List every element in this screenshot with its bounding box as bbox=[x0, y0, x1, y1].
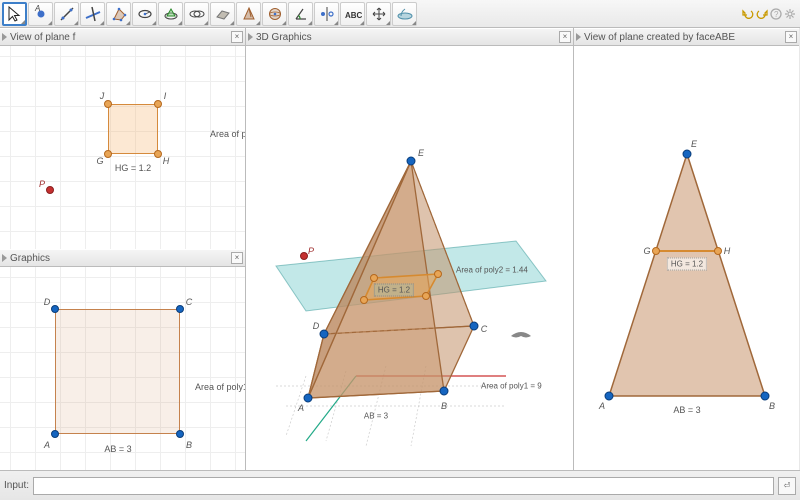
tool-circle[interactable] bbox=[132, 2, 157, 26]
tool-translate-view[interactable] bbox=[366, 2, 391, 26]
submit-icon[interactable]: ⏎ bbox=[778, 477, 796, 495]
svg-text:A: A bbox=[34, 5, 40, 13]
panel-title-3d[interactable]: 3D Graphics × bbox=[246, 28, 573, 46]
help-icon[interactable]: ? bbox=[770, 8, 782, 20]
tool-point[interactable]: A bbox=[28, 2, 53, 26]
tool-sphere[interactable] bbox=[262, 2, 287, 26]
input-label: Input: bbox=[4, 480, 29, 491]
svg-text:?: ? bbox=[774, 10, 779, 19]
close-icon[interactable]: × bbox=[231, 252, 243, 264]
panel-label: Graphics bbox=[10, 253, 50, 264]
toolbar-right-icons: ? bbox=[742, 8, 798, 20]
panel-label: 3D Graphics bbox=[256, 32, 312, 43]
tool-text[interactable]: ABC bbox=[340, 2, 365, 26]
tool-polygon[interactable] bbox=[106, 2, 131, 26]
panel-title-plane-f[interactable]: View of plane f × bbox=[0, 28, 245, 46]
canvas-plane-f[interactable]: J I G H HG = 1.2 Area of poly2 = 1.44 P bbox=[0, 46, 245, 249]
svg-text:ABC: ABC bbox=[345, 11, 362, 20]
tool-reflect[interactable] bbox=[314, 2, 339, 26]
tool-plane[interactable] bbox=[210, 2, 235, 26]
tool-view3d[interactable] bbox=[392, 2, 417, 26]
redo-icon[interactable] bbox=[756, 8, 768, 20]
tool-perpendicular[interactable] bbox=[80, 2, 105, 26]
command-input[interactable] bbox=[33, 477, 774, 495]
panel-title-plane-abe[interactable]: View of plane created by faceABE × bbox=[574, 28, 799, 46]
tool-ellipse[interactable] bbox=[158, 2, 183, 26]
close-icon[interactable]: × bbox=[231, 31, 243, 43]
close-icon[interactable]: × bbox=[785, 31, 797, 43]
tool-move[interactable] bbox=[2, 2, 27, 26]
right-column: View of plane created by faceABE × E A B … bbox=[574, 28, 799, 470]
canvas-graphics[interactable]: A B C D AB = 3 Area of poly1 = 9 bbox=[0, 267, 245, 470]
tool-angle[interactable] bbox=[288, 2, 313, 26]
panel-title-graphics[interactable]: Graphics × bbox=[0, 249, 245, 267]
main-toolbar: A ABC ? bbox=[0, 0, 800, 28]
close-icon[interactable]: × bbox=[559, 31, 571, 43]
canvas-3d[interactable]: E A B C D P HG = 1.2 AB = 3 Area of poly… bbox=[246, 46, 573, 470]
settings-icon[interactable] bbox=[784, 8, 796, 20]
panel-label: View of plane f bbox=[10, 32, 75, 43]
canvas-plane-abe[interactable]: E A B G H HG = 1.2 AB = 3 bbox=[574, 46, 799, 470]
undo-icon[interactable] bbox=[742, 8, 754, 20]
tool-pyramid[interactable] bbox=[236, 2, 261, 26]
panel-label: View of plane created by faceABE bbox=[584, 32, 735, 43]
tool-intersect-curves[interactable] bbox=[184, 2, 209, 26]
workspace: View of plane f × J I G H HG = 1.2 Area o… bbox=[0, 28, 800, 470]
left-column: View of plane f × J I G H HG = 1.2 Area o… bbox=[0, 28, 246, 470]
middle-column: 3D Graphics × bbox=[246, 28, 574, 470]
input-bar: Input: ⏎ bbox=[0, 470, 800, 500]
tool-line[interactable] bbox=[54, 2, 79, 26]
